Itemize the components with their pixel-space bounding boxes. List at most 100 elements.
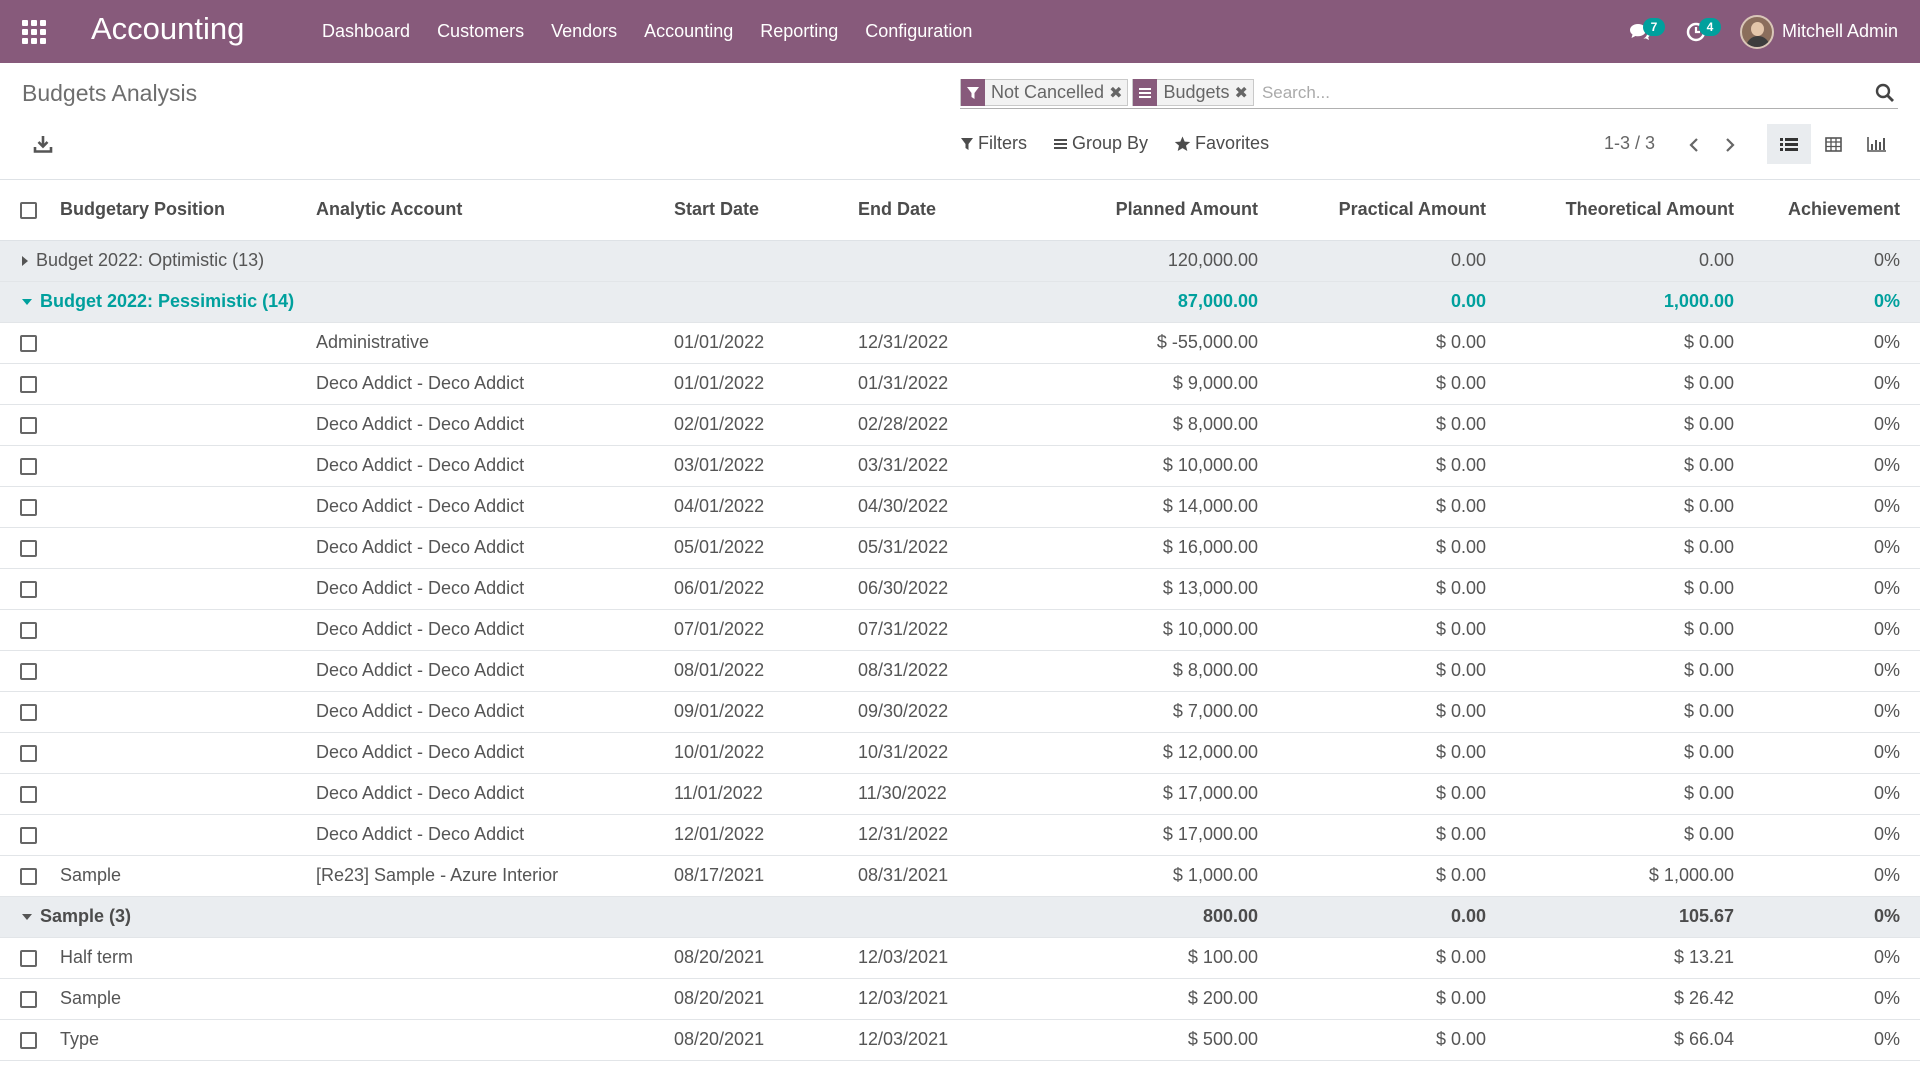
header-practical-amount[interactable]: Practical Amount bbox=[1270, 179, 1498, 241]
row-checkbox[interactable] bbox=[20, 498, 37, 516]
row-select-cell bbox=[0, 609, 60, 651]
cell-planned: $ 12,000.00 bbox=[1048, 732, 1270, 774]
table-row[interactable]: Deco Addict - Deco Addict 02/01/2022 02/28… bbox=[0, 404, 1920, 446]
row-checkbox[interactable] bbox=[20, 826, 37, 844]
row-checkbox[interactable] bbox=[20, 1031, 37, 1049]
row-checkbox[interactable] bbox=[20, 457, 37, 475]
header-theoretical-amount[interactable]: Theoretical Amount bbox=[1498, 179, 1746, 241]
row-checkbox[interactable] bbox=[20, 990, 37, 1008]
row-checkbox[interactable] bbox=[20, 744, 37, 762]
page-title[interactable]: Budgets Analysis bbox=[22, 80, 197, 107]
pager-value[interactable]: 1-3 / 3 bbox=[1604, 133, 1655, 154]
table-row[interactable]: Deco Addict - Deco Addict 05/01/2022 05/31… bbox=[0, 527, 1920, 569]
group-by-button[interactable]: Group By bbox=[1053, 133, 1148, 154]
row-checkbox[interactable] bbox=[20, 416, 37, 434]
cell-end: 12/31/2022 bbox=[858, 322, 1048, 364]
pivot-view-button[interactable] bbox=[1811, 124, 1855, 164]
table-row[interactable]: Deco Addict - Deco Addict 12/01/2022 12/31… bbox=[0, 814, 1920, 856]
group-name-cell[interactable]: Budget 2022: Pessimistic (14) bbox=[0, 281, 1048, 323]
group-name-cell[interactable]: Sample (3) bbox=[0, 896, 1048, 938]
row-select-cell bbox=[0, 978, 60, 1020]
avatar[interactable] bbox=[1739, 14, 1774, 49]
row-checkbox[interactable] bbox=[20, 867, 37, 885]
group-row[interactable]: Budget 2022: Pessimistic (14) 87,000.00 0.… bbox=[0, 281, 1920, 323]
table-row[interactable]: Type 08/20/2021 12/03/2021 $ 500.00 $ 0.00 $ … bbox=[0, 1019, 1920, 1061]
menu-reporting[interactable]: Reporting bbox=[760, 21, 838, 42]
close-icon[interactable]: ✖ bbox=[1235, 83, 1253, 103]
filters-button[interactable]: Filters bbox=[960, 133, 1027, 154]
row-checkbox[interactable] bbox=[20, 949, 37, 967]
graph-view-button[interactable] bbox=[1855, 124, 1899, 164]
cell-start: 11/01/2022 bbox=[674, 773, 858, 815]
row-checkbox[interactable] bbox=[20, 539, 37, 557]
menu-dashboard[interactable]: Dashboard bbox=[322, 21, 410, 42]
cell-account: Deco Addict - Deco Addict bbox=[316, 650, 674, 692]
user-menu[interactable]: Mitchell Admin bbox=[1782, 21, 1898, 42]
table-row[interactable]: Administrative 01/01/2022 12/31/2022 $ -55,… bbox=[0, 322, 1920, 364]
select-all-checkbox[interactable] bbox=[20, 201, 37, 219]
download-icon[interactable] bbox=[32, 133, 54, 155]
row-select-cell bbox=[0, 404, 60, 446]
cell-position bbox=[60, 363, 316, 405]
table-row[interactable]: Deco Addict - Deco Addict 11/01/2022 11/30… bbox=[0, 773, 1920, 815]
cell-theoretical: $ 0.00 bbox=[1498, 486, 1746, 528]
cell-practical: $ 0.00 bbox=[1270, 773, 1498, 815]
activities-button[interactable]: 4 bbox=[1668, 0, 1724, 63]
favorites-button[interactable]: Favorites bbox=[1174, 133, 1269, 154]
group-name-cell[interactable]: Budget 2022: Optimistic (13) bbox=[0, 240, 1048, 282]
table-body: Budget 2022: Optimistic (13) 120,000.00 0.… bbox=[0, 240, 1920, 1061]
table-row[interactable]: Deco Addict - Deco Addict 03/01/2022 03/31… bbox=[0, 445, 1920, 487]
table-row[interactable]: Deco Addict - Deco Addict 08/01/2022 08/31… bbox=[0, 650, 1920, 692]
menu-vendors[interactable]: Vendors bbox=[551, 21, 617, 42]
search-input[interactable] bbox=[1261, 79, 1874, 106]
header-end-date[interactable]: End Date bbox=[858, 179, 1048, 241]
row-checkbox[interactable] bbox=[20, 785, 37, 803]
table-row[interactable]: Deco Addict - Deco Addict 10/01/2022 10/31… bbox=[0, 732, 1920, 774]
header-achievement[interactable]: Achievement bbox=[1746, 179, 1920, 241]
row-checkbox[interactable] bbox=[20, 375, 37, 393]
menu-customers[interactable]: Customers bbox=[437, 21, 524, 42]
cell-planned: $ 8,000.00 bbox=[1048, 650, 1270, 692]
row-checkbox[interactable] bbox=[20, 580, 37, 598]
cell-practical: $ 0.00 bbox=[1270, 445, 1498, 487]
row-checkbox[interactable] bbox=[20, 662, 37, 680]
row-select-cell bbox=[0, 1019, 60, 1061]
pager-next-button[interactable] bbox=[1712, 132, 1748, 158]
table-row[interactable]: Deco Addict - Deco Addict 06/01/2022 06/30… bbox=[0, 568, 1920, 610]
row-checkbox[interactable] bbox=[20, 621, 37, 639]
cell-start: 06/01/2022 bbox=[674, 568, 858, 610]
caret-right-icon bbox=[22, 256, 28, 267]
table-row[interactable]: Half term 08/20/2021 12/03/2021 $ 100.00 $ 0… bbox=[0, 937, 1920, 979]
list-view-button[interactable] bbox=[1767, 124, 1811, 164]
row-checkbox[interactable] bbox=[20, 703, 37, 721]
table-row[interactable]: Deco Addict - Deco Addict 04/01/2022 04/30… bbox=[0, 486, 1920, 528]
app-menu-icon[interactable] bbox=[22, 20, 46, 44]
menu-configuration[interactable]: Configuration bbox=[865, 21, 972, 42]
cell-end: 12/03/2021 bbox=[858, 978, 1048, 1020]
table-row[interactable]: Deco Addict - Deco Addict 01/01/2022 01/31… bbox=[0, 363, 1920, 405]
search-icon[interactable] bbox=[1874, 82, 1896, 104]
header-analytic-account[interactable]: Analytic Account bbox=[316, 179, 674, 241]
cell-practical: $ 0.00 bbox=[1270, 609, 1498, 651]
app-title[interactable]: Accounting bbox=[91, 11, 244, 47]
close-icon[interactable]: ✖ bbox=[1109, 83, 1127, 103]
header-planned-amount[interactable]: Planned Amount bbox=[1048, 179, 1270, 241]
row-select-cell bbox=[0, 322, 60, 364]
cell-theoretical: $ 0.00 bbox=[1498, 322, 1746, 364]
row-checkbox[interactable] bbox=[20, 334, 37, 352]
table-row[interactable]: Deco Addict - Deco Addict 09/01/2022 09/30… bbox=[0, 691, 1920, 733]
cell-account bbox=[316, 937, 674, 979]
table-row[interactable]: Sample 08/20/2021 12/03/2021 $ 200.00 $ 0.00… bbox=[0, 978, 1920, 1020]
table-row[interactable]: Deco Addict - Deco Addict 07/01/2022 07/31… bbox=[0, 609, 1920, 651]
header-budgetary-position[interactable]: Budgetary Position bbox=[60, 179, 316, 241]
menu-accounting[interactable]: Accounting bbox=[644, 21, 733, 42]
pager-previous-button[interactable] bbox=[1676, 132, 1712, 158]
cell-practical: $ 0.00 bbox=[1270, 486, 1498, 528]
cell-end: 12/31/2022 bbox=[858, 814, 1048, 856]
group-row[interactable]: Budget 2022: Optimistic (13) 120,000.00 0.… bbox=[0, 240, 1920, 282]
group-row[interactable]: Sample (3) 800.00 0.00 105.67 0% bbox=[0, 896, 1920, 938]
cell-theoretical: $ 1,000.00 bbox=[1498, 855, 1746, 897]
table-row[interactable]: Sample [Re23] Sample - Azure Interior 08/1… bbox=[0, 855, 1920, 897]
messages-button[interactable]: 7 bbox=[1612, 0, 1668, 63]
header-start-date[interactable]: Start Date bbox=[674, 179, 858, 241]
